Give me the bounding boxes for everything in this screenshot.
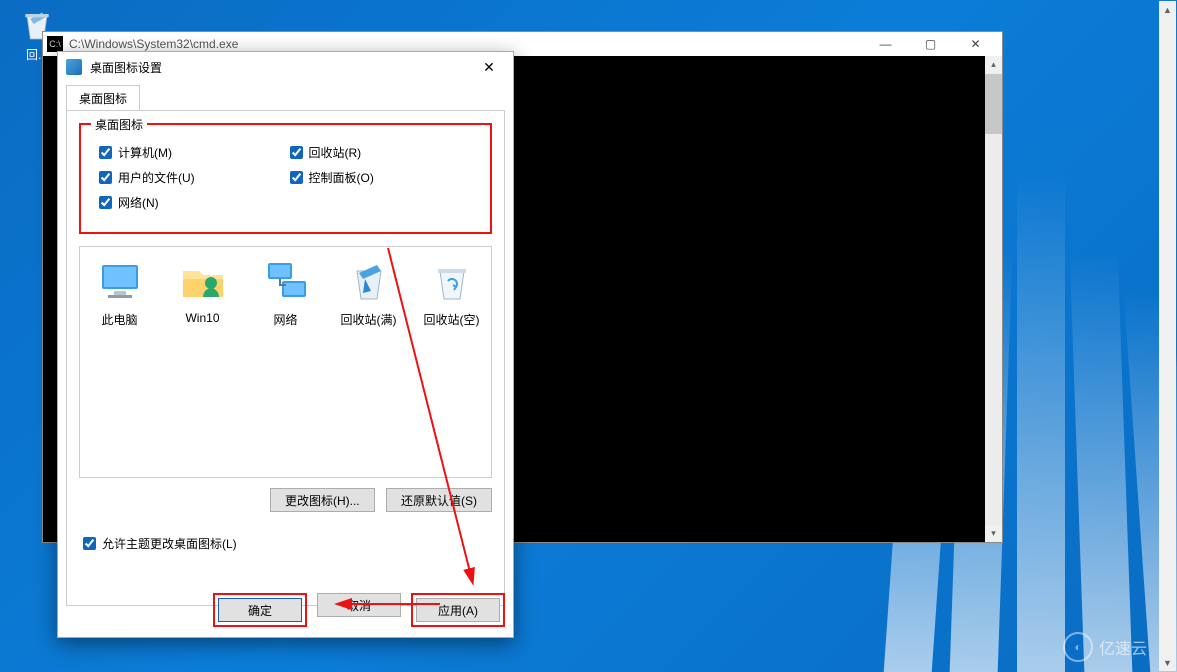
icon-label: 网络 [252,311,319,328]
cmd-icon: C:\ [47,36,63,52]
change-icon-button[interactable]: 更改图标(H)... [270,488,375,512]
icon-label: 回收站(空) [418,311,485,328]
watermark-icon: ◐ [1063,632,1093,662]
close-button[interactable]: ✕ [953,32,998,56]
cmd-scroll-up[interactable]: ▴ [985,56,1002,73]
highlight-ok: 确定 [213,593,307,627]
minimize-button[interactable]: ― [863,32,908,56]
groupbox-desktop-icons: 桌面图标 计算机(M) 用户的文件(U) 网络(N) 回收站(R) 控制面板(O… [79,123,492,234]
icon-network[interactable]: 网络 [252,257,319,328]
cmd-title-text: C:\Windows\System32\cmd.exe [69,37,238,51]
cancel-button[interactable]: 取消 [317,593,401,617]
checkbox-allow-themes[interactable]: 允许主题更改桌面图标(L) [79,534,492,553]
groupbox-title: 桌面图标 [91,116,147,133]
restore-defaults-button[interactable]: 还原默认值(S) [386,488,492,512]
checkbox-network[interactable]: 网络(N) [95,193,286,212]
network-icon [262,257,310,305]
maximize-button[interactable]: ▢ [908,32,953,56]
icon-label: 回收站(满) [335,311,402,328]
ok-button[interactable]: 确定 [218,598,302,622]
apply-button[interactable]: 应用(A) [416,598,500,622]
highlight-apply: 应用(A) [411,593,505,627]
checkbox-user-files[interactable]: 用户的文件(U) [95,168,286,187]
icon-label: 此电脑 [86,311,153,328]
icon-label: Win10 [169,311,236,325]
watermark-text: 亿速云 [1099,635,1147,659]
recycle-full-icon [345,257,393,305]
tab-desktop-icons[interactable]: 桌面图标 [66,85,140,111]
icon-preview-panel[interactable]: 此电脑 Win10 网络 回收站(满) 回收站(空) [79,246,492,478]
this-pc-icon [96,257,144,305]
dialog-titlebar[interactable]: 桌面图标设置 ✕ [58,52,513,82]
cmd-scrollbar[interactable]: ▴ ▾ [985,56,1002,542]
cmd-scroll-thumb[interactable] [985,74,1002,134]
dialog-close-button[interactable]: ✕ [473,55,505,79]
dialog-icon [66,59,82,75]
checkbox-recycle-bin[interactable]: 回收站(R) [286,143,477,162]
scroll-down-arrow[interactable]: ▼ [1159,654,1176,671]
dialog-title: 桌面图标设置 [90,59,162,76]
dialog-button-row: 确定 取消 应用(A) [66,593,505,627]
tab-strip: 桌面图标 [66,84,505,110]
icon-recycle-empty[interactable]: 回收站(空) [418,257,485,328]
desktop-icon-settings-dialog: 桌面图标设置 ✕ 桌面图标 桌面图标 计算机(M) 用户的文件(U) 网络(N)… [57,51,514,638]
watermark: ◐ 亿速云 [1063,632,1147,662]
page-scrollbar[interactable]: ▲ ▼ [1159,1,1176,671]
desktop: 回... ▲ ▼ ◐ 亿速云 C:\ C:\Windows\System32\c… [0,0,1177,672]
recycle-empty-icon [428,257,476,305]
cmd-scroll-down[interactable]: ▾ [985,525,1002,542]
checkbox-computer[interactable]: 计算机(M) [95,143,286,162]
icon-this-pc[interactable]: 此电脑 [86,257,153,328]
tab-page: 桌面图标 计算机(M) 用户的文件(U) 网络(N) 回收站(R) 控制面板(O… [66,110,505,606]
icon-recycle-full[interactable]: 回收站(满) [335,257,402,328]
checkbox-control-panel[interactable]: 控制面板(O) [286,168,477,187]
scroll-up-arrow[interactable]: ▲ [1159,1,1176,18]
user-folder-icon [179,257,227,305]
icon-user-folder[interactable]: Win10 [169,257,236,325]
